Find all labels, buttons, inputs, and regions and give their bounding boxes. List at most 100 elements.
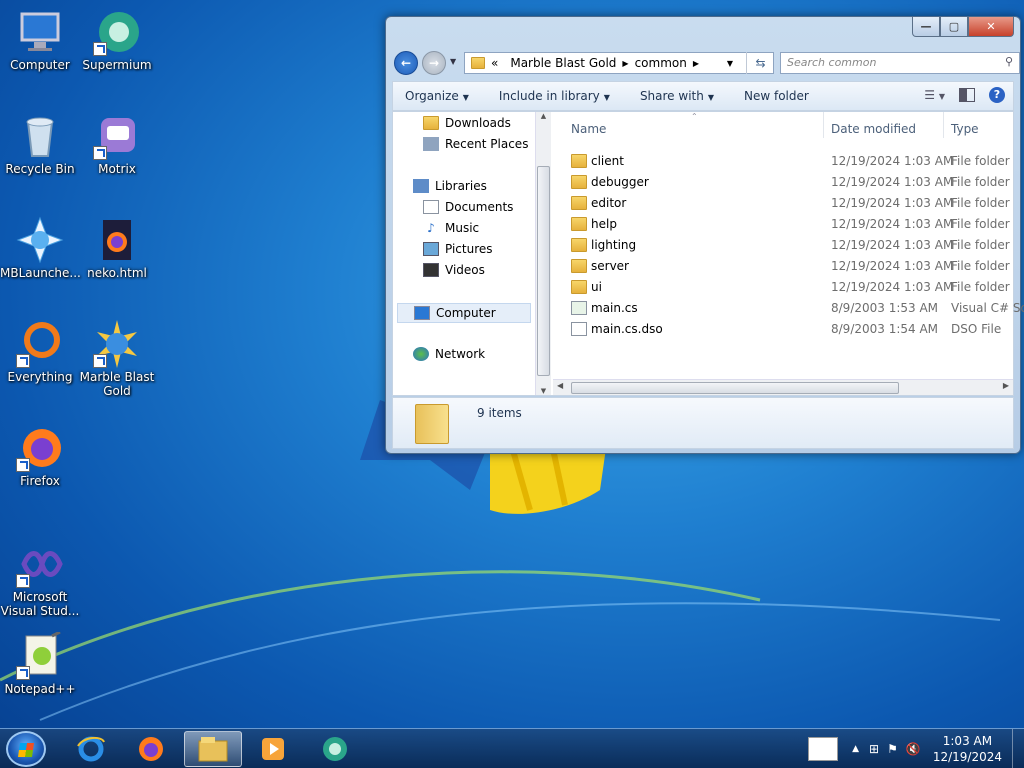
table-row[interactable]: lighting 12/19/2024 1:03 AM File folder (553, 234, 1013, 255)
recent-pages-dropdown-icon[interactable]: ▼ (450, 57, 456, 66)
maximize-button[interactable]: ▢ (940, 17, 968, 37)
desktop-icon-computer[interactable]: Computer (0, 8, 80, 72)
nav-label: Downloads (445, 116, 511, 130)
desktop-icon-neko-html[interactable]: neko.html (77, 216, 157, 280)
desktop-icon-label: Everything (7, 370, 73, 384)
desktop-icon-marble-blast-gold[interactable]: Marble Blast Gold (77, 320, 157, 398)
desktop-icon-label: Marble Blast Gold (79, 370, 155, 398)
nav-label: Computer (436, 306, 496, 320)
nav-item-recent-places[interactable]: Recent Places (423, 137, 528, 151)
forward-button[interactable]: → (422, 51, 446, 75)
help-icon[interactable]: ? (989, 87, 1005, 103)
column-header-type[interactable]: Type (951, 122, 979, 142)
include-in-library-button[interactable]: Include in library ▼ (499, 89, 610, 103)
desktop-icon-everything[interactable]: Everything (0, 320, 80, 384)
column-header-name[interactable]: Name (571, 122, 606, 142)
file-date: 12/19/2024 1:03 AM (831, 216, 954, 231)
nav-item-documents[interactable]: Documents (423, 200, 513, 214)
nav-item-network[interactable]: Network (413, 347, 485, 361)
close-button[interactable]: ✕ (968, 17, 1014, 37)
desktop-icon-visual-studio[interactable]: Microsoft Visual Stud... (0, 540, 80, 618)
taskbar-internet-explorer[interactable] (62, 731, 120, 767)
clock-time: 1:03 AM (942, 734, 993, 748)
table-row[interactable]: ui 12/19/2024 1:03 AM File folder (553, 276, 1013, 297)
desktop-icon-label: Supermium (82, 58, 152, 72)
desktop-icon-supermium[interactable]: Supermium (77, 8, 157, 72)
nav-item-music[interactable]: ♪ Music (423, 221, 479, 235)
desktop-icon-motrix[interactable]: Motrix (77, 112, 157, 176)
address-overflow-icon[interactable]: « (491, 56, 498, 70)
folder-icon (571, 195, 587, 210)
start-button[interactable] (6, 731, 46, 767)
table-row[interactable]: server 12/19/2024 1:03 AM File folder (553, 255, 1013, 276)
address-dropdown-icon[interactable]: ▼ (727, 59, 733, 68)
volume-muted-icon[interactable]: 🔇 (906, 742, 921, 756)
horizontal-scrollbar[interactable]: ◀ ▶ (553, 379, 1013, 395)
file-type: File folder (951, 237, 1010, 252)
breadcrumb-common[interactable]: common (635, 56, 687, 70)
chevron-down-icon: ▼ (603, 93, 610, 102)
breadcrumb-separator-icon: ▶ (692, 58, 699, 68)
file-date: 8/9/2003 1:54 AM (831, 321, 939, 336)
taskbar-firefox[interactable] (122, 731, 180, 767)
minimize-button[interactable]: — (912, 17, 940, 37)
file-name: help (591, 216, 617, 231)
nav-item-pictures[interactable]: Pictures (423, 242, 493, 256)
view-options-icon[interactable]: ☰ ▼ (924, 88, 945, 102)
table-row[interactable]: main.cs.dso 8/9/2003 1:54 AM DSO File (553, 318, 1013, 339)
address-bar[interactable]: « Marble Blast Gold ▶ common ▶ ▼ (464, 52, 774, 74)
table-row[interactable]: debugger 12/19/2024 1:03 AM File folder (553, 171, 1013, 192)
taskbar-windows-explorer[interactable] (184, 731, 242, 767)
desktop-icon-firefox[interactable]: Firefox (0, 424, 80, 488)
breadcrumb-marble-blast-gold[interactable]: Marble Blast Gold (510, 56, 616, 70)
share-with-button[interactable]: Share with ▼ (640, 89, 714, 103)
file-date: 12/19/2024 1:03 AM (831, 195, 954, 210)
folder-icon (571, 153, 587, 168)
nav-item-libraries[interactable]: Libraries (413, 179, 487, 193)
shortcut-arrow-icon (16, 666, 30, 680)
preview-pane-icon[interactable] (959, 88, 975, 102)
desktop-icon-notepad-plus-plus[interactable]: Notepad++ (0, 630, 80, 696)
table-row[interactable]: client 12/19/2024 1:03 AM File folder (553, 150, 1013, 171)
scrollbar-thumb[interactable] (571, 382, 899, 394)
network-status-icon[interactable]: ⊞ (869, 742, 879, 756)
desktop-icon-mblauncher[interactable]: MBLaunche... (0, 216, 81, 280)
explorer-window[interactable]: — ▢ ✕ ← → ▼ « Marble Blast Gold ▶ common… (385, 16, 1024, 454)
action-center-flag-icon[interactable]: ⚑ (887, 742, 898, 756)
scroll-right-icon[interactable]: ▶ (1003, 381, 1009, 390)
scrollbar-thumb[interactable] (537, 166, 550, 376)
firefox-html-file-icon (103, 220, 131, 260)
desktop-icon-recycle-bin[interactable]: Recycle Bin (0, 112, 80, 176)
organize-button[interactable]: Organize ▼ (405, 89, 469, 103)
table-row[interactable]: main.cs 8/9/2003 1:53 AM Visual C# So (553, 297, 1024, 318)
column-divider (943, 112, 944, 138)
mblauncher-icon (16, 216, 64, 264)
file-type: File folder (951, 279, 1010, 294)
taskbar-media-player[interactable] (244, 731, 302, 767)
internet-explorer-icon (77, 736, 105, 762)
nav-item-videos[interactable]: Videos (423, 263, 485, 277)
scroll-left-icon[interactable]: ◀ (557, 381, 563, 390)
search-input[interactable]: Search common ⚲ (780, 52, 1020, 74)
refresh-button[interactable]: ⇆ (746, 52, 774, 74)
folder-icon (571, 258, 587, 273)
pen-input-icon[interactable] (808, 737, 839, 761)
scroll-up-icon[interactable]: ▲ (536, 112, 551, 120)
new-folder-button[interactable]: New folder (744, 89, 809, 103)
nav-pane-scrollbar[interactable]: ▲ ▼ (535, 112, 551, 395)
system-tray: ▲ ⊞ ⚑ 🔇 1:03 AM 12/19/2024 (808, 729, 1024, 768)
table-row[interactable]: editor 12/19/2024 1:03 AM File folder (553, 192, 1013, 213)
desktop-icon-label: Motrix (98, 162, 136, 176)
nav-item-computer[interactable]: Computer (397, 303, 531, 323)
taskbar-supermium[interactable] (306, 731, 364, 767)
table-row[interactable]: help 12/19/2024 1:03 AM File folder (553, 213, 1013, 234)
nav-item-downloads[interactable]: Downloads (423, 116, 511, 130)
back-button[interactable]: ← (394, 51, 418, 75)
clock[interactable]: 1:03 AM 12/19/2024 (933, 733, 1002, 765)
file-date: 12/19/2024 1:03 AM (831, 279, 954, 294)
column-header-date-modified[interactable]: Date modified (831, 122, 916, 142)
show-hidden-icons-icon[interactable]: ▲ (852, 744, 859, 754)
show-desktop-button[interactable] (1012, 729, 1024, 768)
scroll-down-icon[interactable]: ▼ (536, 387, 551, 395)
file-type: File folder (951, 153, 1010, 168)
